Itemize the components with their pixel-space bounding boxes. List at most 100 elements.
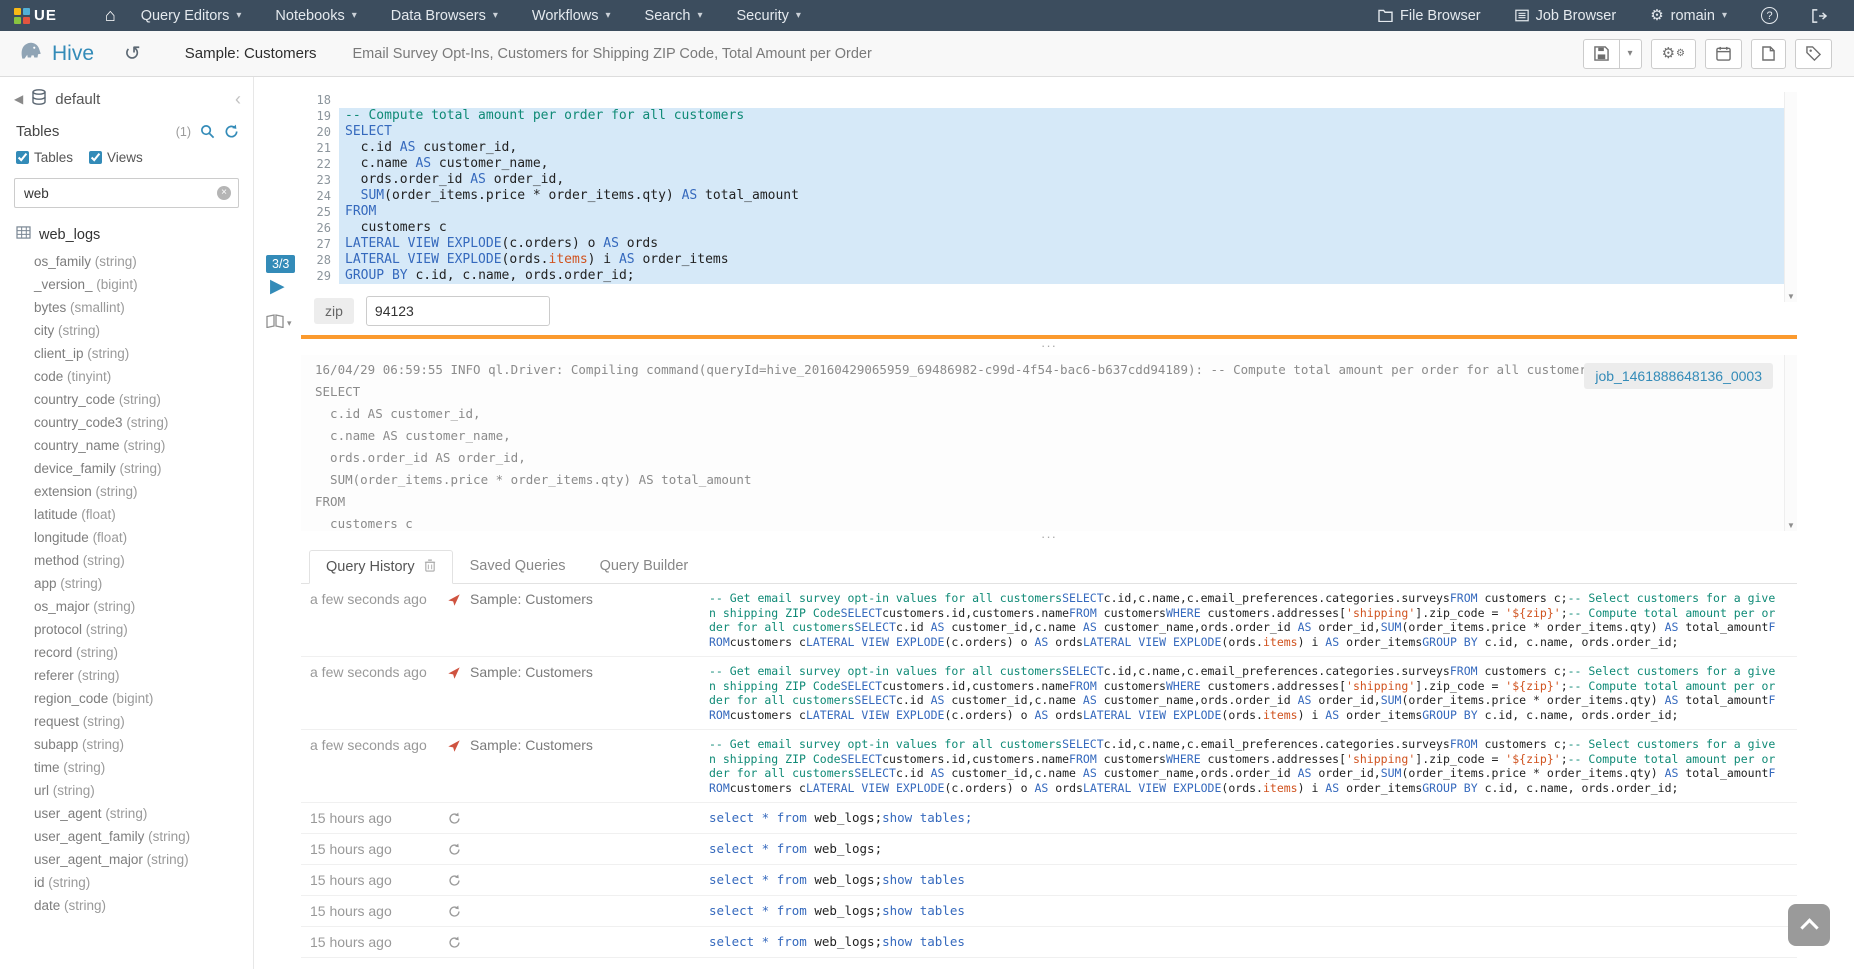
nav-menu-search[interactable]: Search▾ (628, 0, 720, 31)
nav-menu-query-editors[interactable]: Query Editors▾ (124, 0, 259, 31)
variable-input[interactable] (366, 296, 550, 326)
scroll-down-icon[interactable]: ▼ (1787, 292, 1795, 301)
column-item-country-code[interactable]: country_code (string) (0, 388, 253, 411)
column-type: (bigint) (93, 277, 138, 292)
hue-logo[interactable]: UE (14, 7, 57, 24)
filter-views[interactable]: Views (89, 150, 143, 165)
history-row[interactable]: a few seconds agoSample: Customers-- Get… (301, 584, 1797, 657)
query-history-icon[interactable]: ↺ (124, 44, 141, 64)
tables-checkbox[interactable] (16, 151, 29, 164)
column-item-latitude[interactable]: latitude (float) (0, 503, 253, 526)
column-item-bytes[interactable]: bytes (smallint) (0, 296, 253, 319)
hive-app-button[interactable]: Hive (18, 38, 94, 69)
tab-saved-queries[interactable]: Saved Queries (453, 549, 583, 583)
scroll-down-icon[interactable]: ▼ (1787, 521, 1795, 530)
column-item-region-code[interactable]: region_code (bigint) (0, 687, 253, 710)
column-item-id[interactable]: id (string) (0, 871, 253, 894)
column-item-protocol[interactable]: protocol (string) (0, 618, 253, 641)
column-item-request[interactable]: request (string) (0, 710, 253, 733)
history-row[interactable]: 15 hours agoselect * from web_logs;show … (301, 896, 1797, 927)
table-search-input[interactable] (14, 178, 239, 208)
column-item-os-major[interactable]: os_major (string) (0, 595, 253, 618)
column-item--version-[interactable]: _version_ (bigint) (0, 273, 253, 296)
history-row[interactable]: 15 hours agoselect * from web_logs; (301, 834, 1797, 865)
editor-line[interactable]: 21 c.id AS customer_id, (305, 140, 1797, 156)
editor-line[interactable]: 26 customers c (305, 220, 1797, 236)
history-row[interactable]: 15 hours agoselect * from web_logs;show … (301, 803, 1797, 834)
column-type: (string) (57, 576, 103, 591)
column-item-subapp[interactable]: subapp (string) (0, 733, 253, 756)
editor-line[interactable]: 25FROM (305, 204, 1797, 220)
column-item-user-agent[interactable]: user_agent (string) (0, 802, 253, 825)
column-item-longitude[interactable]: longitude (float) (0, 526, 253, 549)
nav-menu-security[interactable]: Security▾ (720, 0, 818, 31)
database-name[interactable]: default (55, 91, 100, 108)
editor-line[interactable]: 27LATERAL VIEW EXPLODE(c.orders) o AS or… (305, 236, 1797, 252)
logout-button[interactable] (1795, 0, 1844, 31)
execute-button[interactable]: ▶ (270, 277, 285, 296)
column-item-extension[interactable]: extension (string) (0, 480, 253, 503)
editor-line[interactable]: 20SELECT (305, 124, 1797, 140)
column-item-user-agent-family[interactable]: user_agent_family (string) (0, 825, 253, 848)
column-item-referer[interactable]: referer (string) (0, 664, 253, 687)
column-item-os-family[interactable]: os_family (string) (0, 250, 253, 273)
save-dropdown-button[interactable]: ▾ (1620, 39, 1642, 69)
editor-line[interactable]: 24 SUM(order_items.price * order_items.q… (305, 188, 1797, 204)
column-item-time[interactable]: time (string) (0, 756, 253, 779)
resize-handle-bottom[interactable]: ··· (301, 532, 1797, 543)
clear-search-icon[interactable]: × (217, 186, 231, 200)
scroll-to-top-button[interactable] (1788, 904, 1830, 946)
editor-line[interactable]: 23 ords.order_id AS order_id, (305, 172, 1797, 188)
column-item-url[interactable]: url (string) (0, 779, 253, 802)
editor-line[interactable]: 18 (305, 92, 1797, 108)
settings-button[interactable]: ⚙ ⚙ (1651, 39, 1696, 69)
tags-button[interactable] (1795, 39, 1832, 69)
save-button[interactable] (1583, 39, 1620, 69)
job-browser-button[interactable]: Job Browser (1498, 0, 1634, 31)
editor-line[interactable]: 19-- Compute total amount per order for … (305, 108, 1797, 124)
file-browser-button[interactable]: File Browser (1361, 0, 1498, 31)
resize-handle-top[interactable]: ··· (301, 341, 1797, 352)
sql-editor[interactable]: 1819-- Compute total amount per order fo… (305, 92, 1797, 286)
tab-query-history[interactable]: Query History (309, 550, 453, 584)
editor-line[interactable]: 28LATERAL VIEW EXPLODE(ords.items) i AS … (305, 252, 1797, 268)
column-item-user-agent-major[interactable]: user_agent_major (string) (0, 848, 253, 871)
nav-menu-notebooks[interactable]: Notebooks▾ (258, 0, 373, 31)
browse-docs-button[interactable]: ▾ (266, 314, 292, 333)
help-button[interactable]: ? (1744, 0, 1795, 31)
table-item-web-logs[interactable]: web_logs (0, 214, 253, 247)
column-item-country-code3[interactable]: country_code3 (string) (0, 411, 253, 434)
editor-line[interactable]: 22 c.name AS customer_name, (305, 156, 1797, 172)
column-item-date[interactable]: date (string) (0, 894, 253, 917)
editor-scrollbar[interactable]: ▼ (1784, 92, 1797, 302)
new-query-button[interactable] (1751, 39, 1786, 69)
column-item-record[interactable]: record (string) (0, 641, 253, 664)
nav-menu-workflows[interactable]: Workflows▾ (515, 0, 628, 31)
history-row[interactable]: 15 hours agoselect * from web_logs;show … (301, 927, 1797, 958)
history-row[interactable]: a few seconds agoSample: Customers-- Get… (301, 730, 1797, 803)
user-menu[interactable]: ⚙ romain ▾ (1633, 0, 1744, 31)
search-icon[interactable] (200, 124, 215, 139)
history-row[interactable]: 15 hours agoselect * from web_logs;show … (301, 865, 1797, 896)
column-item-app[interactable]: app (string) (0, 572, 253, 595)
refresh-icon[interactable] (224, 124, 239, 139)
back-icon[interactable]: ◀ (14, 92, 23, 106)
home-button[interactable]: ⌂ (97, 0, 124, 31)
views-checkbox[interactable] (89, 151, 102, 164)
collapse-sidebar-icon[interactable]: ‹ (235, 90, 241, 108)
schedule-button[interactable] (1705, 39, 1742, 69)
log-scrollbar[interactable]: ▼ (1784, 355, 1797, 531)
clear-history-icon[interactable] (424, 559, 436, 576)
column-item-country-name[interactable]: country_name (string) (0, 434, 253, 457)
column-item-code[interactable]: code (tinyint) (0, 365, 253, 388)
editor-line[interactable]: 29GROUP BY c.id, c.name, ords.order_id; (305, 268, 1797, 284)
column-item-device-family[interactable]: device_family (string) (0, 457, 253, 480)
history-row[interactable]: a few seconds agoSample: Customers-- Get… (301, 657, 1797, 730)
column-item-method[interactable]: method (string) (0, 549, 253, 572)
tab-query-builder[interactable]: Query Builder (583, 549, 706, 583)
filter-tables[interactable]: Tables (16, 150, 73, 165)
column-item-client-ip[interactable]: client_ip (string) (0, 342, 253, 365)
job-link[interactable]: job_1461888648136_0003 (1584, 363, 1773, 389)
column-item-city[interactable]: city (string) (0, 319, 253, 342)
nav-menu-data-browsers[interactable]: Data Browsers▾ (374, 0, 515, 31)
